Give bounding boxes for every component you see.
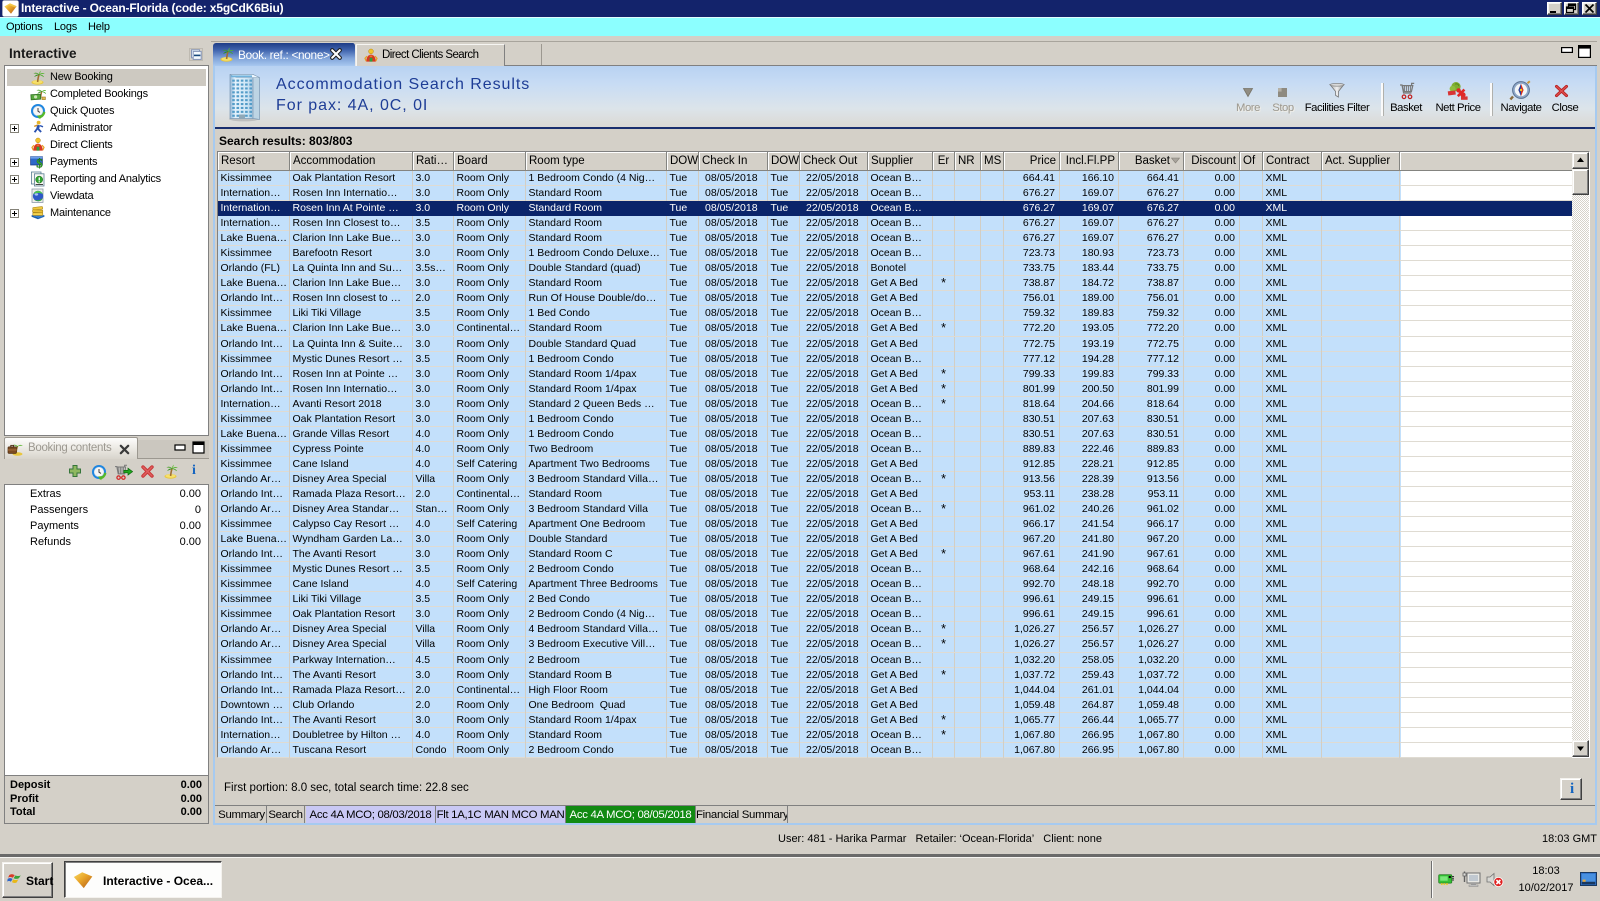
svg-text:$: $ bbox=[36, 156, 42, 170]
